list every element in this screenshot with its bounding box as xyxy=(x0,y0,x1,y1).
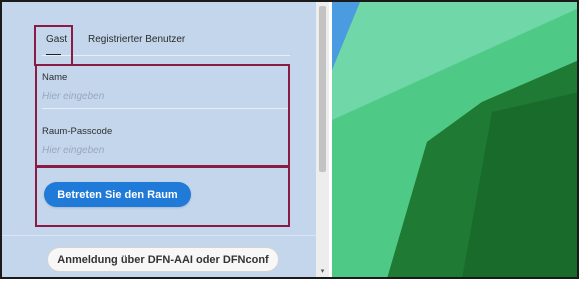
scroll-down-arrow-icon[interactable]: ▾ xyxy=(319,268,326,275)
dfn-login-button[interactable]: Anmeldung über DFN-AAI oder DFNconf xyxy=(47,247,279,272)
login-window: Gast Registrierter Benutzer Name Raum-Pa… xyxy=(0,0,579,279)
highlight-box-fields xyxy=(35,64,290,167)
highlight-box-enter-button xyxy=(35,166,290,227)
tab-registered-user[interactable]: Registrierter Benutzer xyxy=(88,34,185,45)
scrollbar-thumb[interactable] xyxy=(319,6,326,172)
scrollbar[interactable]: ▾ xyxy=(316,2,329,277)
login-panel: Gast Registrierter Benutzer Name Raum-Pa… xyxy=(2,2,316,277)
tab-bar: Gast Registrierter Benutzer xyxy=(42,30,290,56)
highlight-box-guest-tab xyxy=(34,25,73,66)
background-artwork xyxy=(332,2,577,277)
tabs-divider xyxy=(42,55,290,56)
section-divider xyxy=(2,235,316,236)
